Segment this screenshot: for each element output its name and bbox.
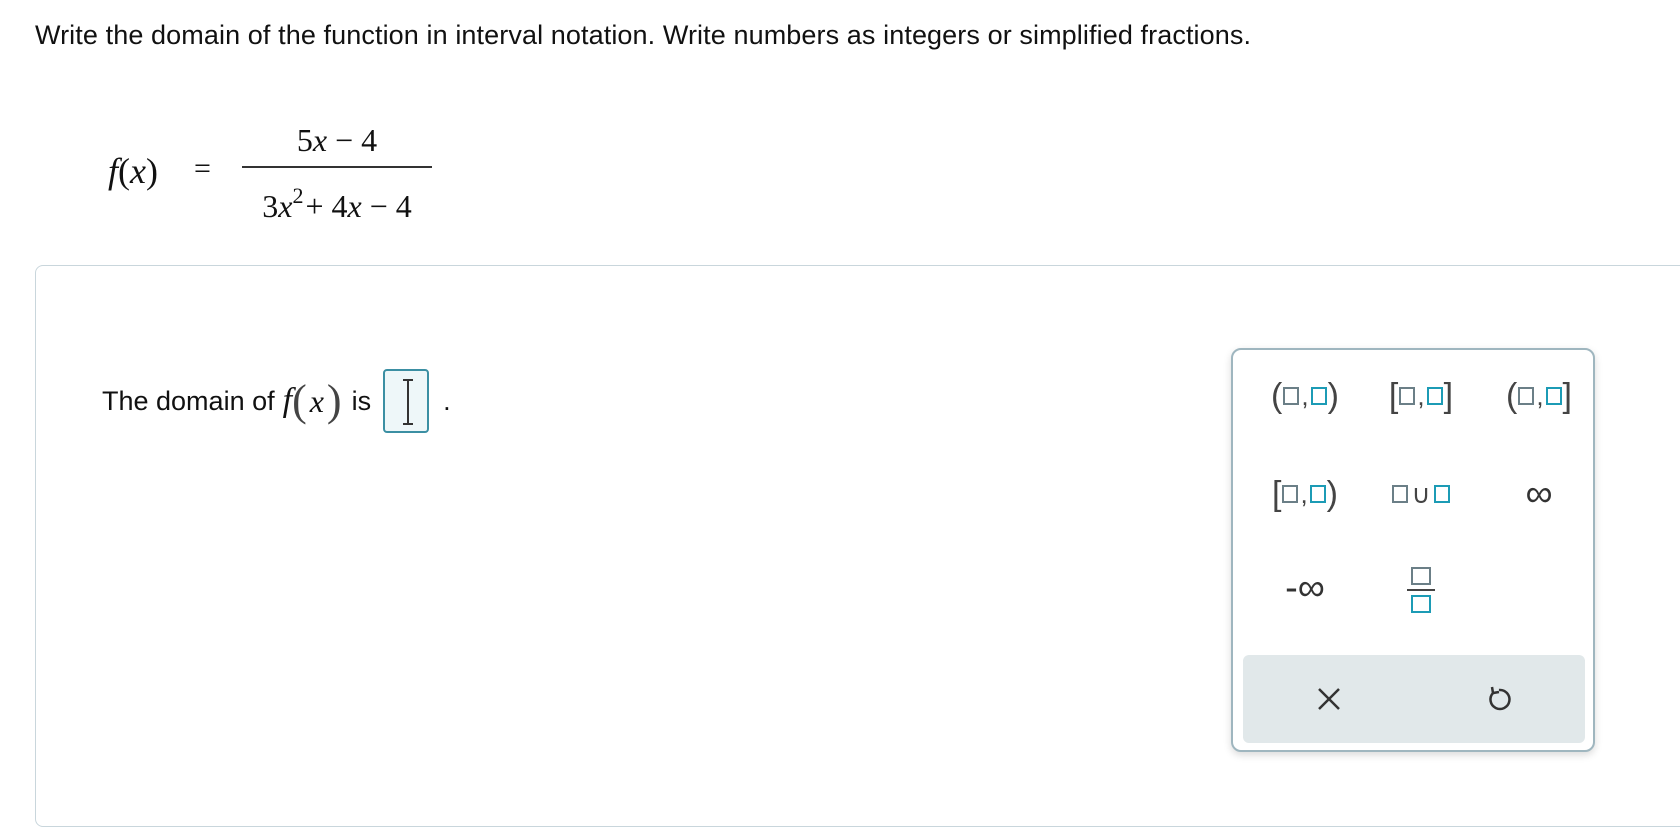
- union-symbol: ∪: [1411, 478, 1431, 509]
- den-var: x: [278, 188, 293, 224]
- slot-icon: [1399, 387, 1416, 405]
- function-name: f: [108, 151, 119, 191]
- denominator: 3x2 + 4x − 4: [242, 174, 432, 224]
- fraction-bar: [242, 166, 432, 168]
- slot-icon: [1310, 387, 1327, 405]
- comma: ,: [1300, 478, 1308, 509]
- fraction-button[interactable]: [1371, 554, 1471, 626]
- slot-icon: [1433, 485, 1450, 503]
- fraction-bar-icon: [1407, 589, 1435, 591]
- domain-paren-close: ): [326, 376, 342, 425]
- den-coef: 3: [262, 188, 279, 224]
- domain-suffix: is: [351, 385, 372, 416]
- clear-button[interactable]: [1299, 669, 1359, 729]
- instruction-text: Write the domain of the function in inte…: [35, 20, 1252, 50]
- math-palette: (,) [,] (,] [,) ∪ ∞ -∞: [1231, 348, 1595, 752]
- paren-close: ): [146, 151, 158, 191]
- period: .: [443, 385, 451, 416]
- x-icon: [1318, 688, 1340, 710]
- negative-infinity-button[interactable]: -∞: [1255, 560, 1355, 616]
- union-button[interactable]: ∪: [1371, 466, 1471, 522]
- den-const: − 4: [361, 188, 412, 224]
- den-term2: + 4: [297, 188, 348, 224]
- domain-prefix: The domain of: [102, 385, 275, 416]
- closed-open-interval-button[interactable]: [,): [1255, 466, 1355, 522]
- closed-interval-button[interactable]: [,]: [1371, 368, 1471, 424]
- num-coef: 5: [296, 122, 313, 158]
- undo-button[interactable]: [1469, 669, 1529, 729]
- slot-icon: [1282, 485, 1299, 503]
- slot-icon: [1392, 485, 1409, 503]
- bracket-right: ): [1326, 474, 1338, 513]
- domain-answer-line: The domain of f ( x ) is .: [102, 366, 451, 436]
- num-const: − 4: [327, 122, 378, 158]
- bracket-left: [: [1271, 474, 1282, 513]
- function-lhs: f(x): [108, 150, 158, 192]
- slot-icon: [1309, 485, 1326, 503]
- answer-input[interactable]: [383, 369, 430, 433]
- slot-icon: [1545, 387, 1562, 405]
- bracket-left: (: [1271, 376, 1283, 415]
- infinity-button[interactable]: ∞: [1489, 466, 1589, 522]
- bracket-left: [: [1388, 376, 1399, 415]
- comma: ,: [1536, 380, 1544, 411]
- bracket-right: ]: [1443, 376, 1454, 415]
- slot-icon: [1518, 387, 1535, 405]
- comma: ,: [1301, 380, 1309, 411]
- function-formula: f(x) = 5x − 4 3x2 + 4x − 4: [108, 118, 438, 228]
- numerator-slot-icon: [1411, 567, 1431, 585]
- num-var: x: [312, 122, 328, 158]
- den-var2: x: [347, 188, 362, 224]
- bracket-right: ]: [1562, 376, 1572, 415]
- numerator: 5x − 4: [242, 118, 432, 162]
- slot-icon: [1283, 387, 1300, 405]
- undo-icon: [1489, 686, 1511, 711]
- bracket-right: ): [1327, 376, 1339, 415]
- comma: ,: [1417, 380, 1425, 411]
- slot-icon: [1426, 387, 1443, 405]
- palette-action-bar: [1243, 655, 1585, 743]
- domain-paren-open: (: [292, 376, 307, 425]
- domain-func-name: f: [282, 382, 293, 419]
- bracket-left: (: [1505, 376, 1518, 415]
- paren-open: (: [118, 151, 131, 191]
- equals-sign: =: [194, 152, 211, 185]
- denominator-slot-icon: [1411, 595, 1431, 613]
- open-closed-interval-button[interactable]: (,]: [1489, 368, 1589, 424]
- text-cursor: [403, 379, 414, 425]
- negative-infinity-symbol: -∞: [1285, 566, 1325, 609]
- fraction: 5x − 4 3x2 + 4x − 4: [242, 118, 432, 224]
- domain-func-var: x: [309, 382, 324, 419]
- function-var: x: [130, 151, 146, 191]
- infinity-symbol: ∞: [1525, 472, 1553, 515]
- open-interval-button[interactable]: (,): [1255, 368, 1355, 424]
